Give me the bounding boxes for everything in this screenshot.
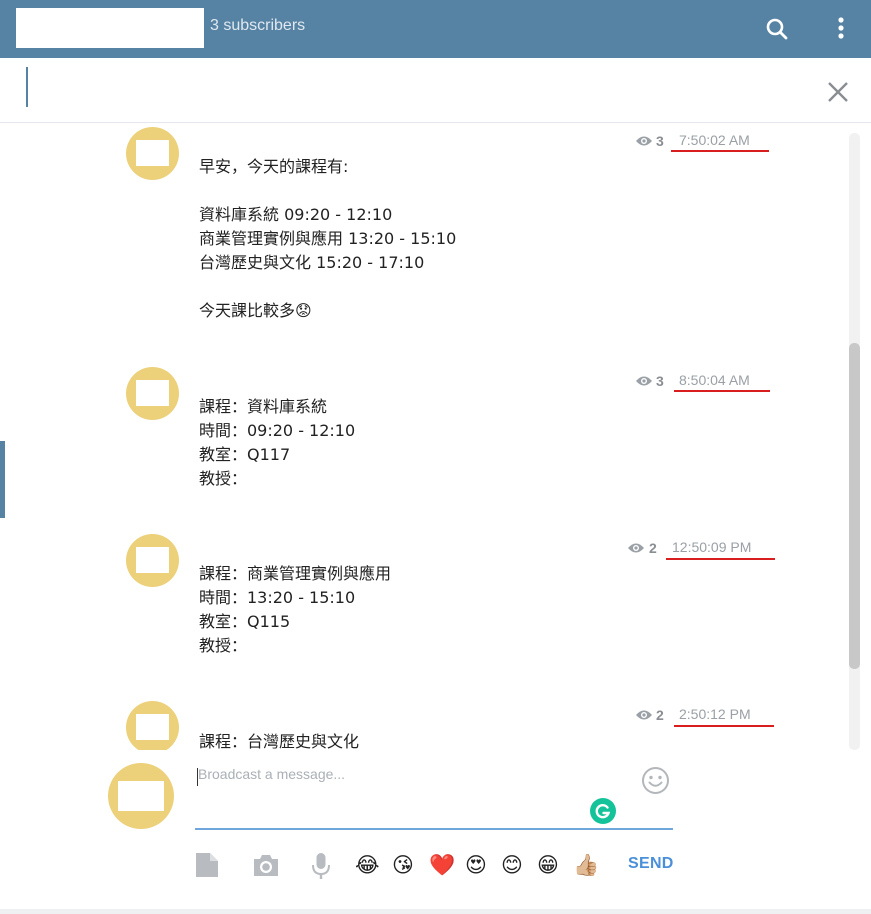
avatar[interactable] bbox=[126, 367, 179, 420]
message-search-bar bbox=[0, 58, 871, 123]
emoji-thumbs-up[interactable]: 👍🏼 bbox=[573, 852, 599, 878]
emoji-kiss[interactable]: 😘 bbox=[392, 852, 414, 878]
message-history: 3 7:50:02 AM 早安，今天的課程有: 資料庫系統 09:20 - 12… bbox=[0, 123, 871, 750]
message-text: 課程：台灣歷史與文化 bbox=[199, 732, 360, 750]
grammarly-icon[interactable] bbox=[590, 798, 616, 824]
subscriber-count: 3 subscribers bbox=[210, 17, 306, 34]
time-underline-annotation bbox=[674, 390, 770, 392]
message-time: 12:50:09 PM bbox=[672, 539, 752, 555]
composer-avatar[interactable] bbox=[108, 763, 174, 829]
eye-icon bbox=[635, 134, 653, 148]
message-text: 課程：資料庫系統 時間：09:20 - 12:10 教室：Q117 教授： bbox=[199, 397, 356, 488]
message-meta: 2 2:50:12 PM bbox=[635, 706, 775, 727]
message-meta: 2 12:50:09 PM bbox=[627, 539, 777, 560]
close-icon[interactable] bbox=[824, 78, 852, 106]
emoji-grin[interactable]: 😁 bbox=[537, 852, 559, 878]
file-icon[interactable] bbox=[194, 852, 220, 878]
message-meta: 3 7:50:02 AM bbox=[635, 132, 775, 153]
message-search-input[interactable] bbox=[26, 67, 806, 107]
time-underline-annotation bbox=[674, 725, 774, 727]
smiley-icon[interactable] bbox=[641, 766, 670, 795]
more-vertical-icon[interactable] bbox=[826, 14, 856, 44]
message-meta: 3 8:50:04 AM bbox=[635, 372, 775, 393]
time-underline-annotation bbox=[666, 558, 775, 560]
view-count: 2 bbox=[656, 707, 664, 723]
avatar[interactable] bbox=[126, 534, 179, 587]
emoji-heart[interactable]: ❤️ bbox=[429, 852, 455, 878]
camera-icon[interactable] bbox=[252, 852, 278, 878]
search-icon[interactable] bbox=[762, 14, 792, 44]
emoji-smile[interactable]: 😊 bbox=[501, 852, 523, 878]
avatar[interactable] bbox=[126, 701, 179, 750]
message-time: 7:50:02 AM bbox=[679, 132, 750, 148]
view-count: 2 bbox=[649, 540, 657, 556]
channel-title-redacted[interactable] bbox=[16, 8, 204, 48]
broadcast-message-input[interactable] bbox=[196, 764, 636, 824]
eye-icon bbox=[635, 374, 653, 388]
avatar[interactable] bbox=[126, 127, 179, 180]
view-count: 3 bbox=[656, 373, 664, 389]
view-count: 3 bbox=[656, 133, 664, 149]
scrollbar-thumb[interactable] bbox=[849, 343, 860, 669]
top-bar: 3 subscribers bbox=[0, 0, 871, 58]
eye-icon bbox=[627, 541, 645, 555]
microphone-icon[interactable] bbox=[308, 852, 334, 879]
text-caret bbox=[197, 768, 198, 786]
bottom-border bbox=[0, 909, 871, 914]
eye-icon bbox=[635, 708, 653, 722]
message-text: 課程：商業管理實例與應用 時間：13:20 - 15:10 教室：Q115 教授… bbox=[199, 564, 392, 655]
message-time: 8:50:04 AM bbox=[679, 372, 750, 388]
send-button[interactable]: SEND bbox=[628, 855, 674, 873]
message-time: 2:50:12 PM bbox=[679, 706, 751, 722]
message-text: 早安，今天的課程有: 資料庫系統 09:20 - 12:10 商業管理實例與應用… bbox=[199, 157, 457, 320]
time-underline-annotation bbox=[671, 150, 769, 152]
composer-underline bbox=[195, 828, 673, 830]
emoji-laughing[interactable]: 😂 bbox=[355, 852, 380, 878]
emoji-heart-eyes[interactable]: 😍 bbox=[465, 852, 487, 878]
